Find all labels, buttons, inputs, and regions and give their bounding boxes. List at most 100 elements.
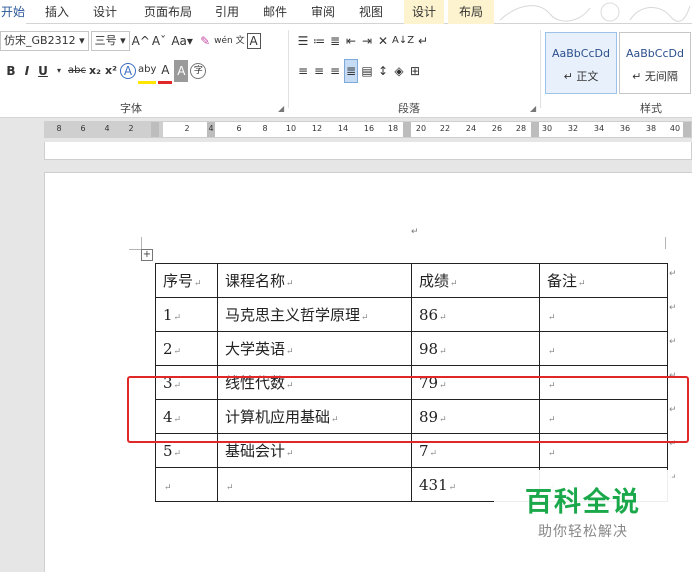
tab-table-design[interactable]: 设计	[404, 0, 444, 24]
table-cell[interactable]: 86↵	[411, 297, 540, 332]
superscript-button[interactable]: x²	[104, 60, 118, 82]
table-cell[interactable]: ↵	[155, 467, 218, 502]
table-cell[interactable]: 大学英语↵	[217, 331, 412, 366]
table-cell[interactable]: 2↵	[155, 331, 218, 366]
ruler-number: 36	[619, 124, 631, 133]
table-cell[interactable]: ↵	[539, 365, 668, 400]
style-name: ↵ 正文	[563, 70, 599, 83]
table-cell[interactable]: ↵	[217, 467, 412, 502]
table-cell[interactable]: ↵	[539, 433, 668, 468]
change-case-button[interactable]: Aa▾	[168, 30, 196, 52]
table-header-cell[interactable]: 课程名称↵	[217, 263, 412, 298]
table-cell[interactable]: 1↵	[155, 297, 218, 332]
tab-design[interactable]: 设计	[88, 0, 122, 24]
bold-button[interactable]: B	[4, 60, 18, 82]
show-marks-icon[interactable]: ↵	[416, 30, 430, 52]
table-header-cell[interactable]: 序号↵	[155, 263, 218, 298]
table-header-cell[interactable]: 成绩↵	[411, 263, 540, 298]
highlight-color-button[interactable]: aby	[137, 59, 157, 84]
tab-home[interactable]: 开始	[0, 0, 26, 24]
cell-mark: ↵	[286, 381, 294, 391]
row-end-mark: ↵	[669, 303, 677, 313]
cell-text: 课程名称	[225, 272, 286, 290]
tab-page-layout[interactable]: 页面布局	[138, 0, 198, 24]
character-shading-button[interactable]: A	[174, 60, 189, 82]
cell-text: 7	[419, 441, 429, 460]
ruler-number: 2	[128, 124, 134, 133]
tab-table-layout[interactable]: 布局	[448, 0, 494, 24]
shrink-font-icon[interactable]: Aˇ	[152, 30, 166, 52]
increase-indent-icon[interactable]: ⇥	[360, 30, 374, 52]
tab-mailings[interactable]: 邮件	[258, 0, 292, 24]
font-color-button[interactable]: A	[158, 59, 173, 84]
style-normal[interactable]: AaBbCcDd ↵ 正文	[545, 32, 617, 94]
paragraph-dialog-launcher-icon[interactable]: ◢	[530, 104, 536, 113]
style-sample: AaBbCcDd	[552, 47, 610, 60]
subscript-button[interactable]: x₂	[88, 60, 102, 82]
tab-view[interactable]: 视图	[354, 0, 388, 24]
table-cell[interactable]: 79↵	[411, 365, 540, 400]
font-dialog-launcher-icon[interactable]: ◢	[278, 104, 284, 113]
align-right-icon[interactable]: ≡	[328, 60, 342, 82]
style-no-spacing[interactable]: AaBbCcDd ↵ 无间隔	[619, 32, 691, 94]
table-cell[interactable]: 7↵	[411, 433, 540, 468]
decrease-indent-icon[interactable]: ⇤	[344, 30, 358, 52]
grow-font-icon[interactable]: A^	[132, 30, 150, 52]
font-group-label: 字体	[120, 102, 142, 115]
table-cell[interactable]: ↵	[539, 297, 668, 332]
table-cell[interactable]: 89↵	[411, 399, 540, 434]
cell-text: 序号	[163, 272, 194, 290]
line-spacing-icon[interactable]: ↕	[376, 60, 390, 82]
phonetic-guide-icon[interactable]: wén 文	[214, 30, 244, 52]
table-cell[interactable]: 线性代数↵	[217, 365, 412, 400]
table-cell[interactable]: 3↵	[155, 365, 218, 400]
cell-mark: ↵	[173, 414, 182, 425]
group-divider	[540, 30, 541, 108]
text-effects-button[interactable]: A	[119, 63, 136, 79]
table-cell[interactable]: 基础会计↵	[217, 433, 412, 468]
ruler-column-marker[interactable]	[403, 122, 411, 137]
table-header-cell[interactable]: 备注↵	[539, 263, 668, 298]
justify-icon[interactable]: ≣	[344, 59, 358, 83]
underline-button[interactable]: U	[36, 60, 50, 82]
multilevel-list-icon[interactable]: ≣	[328, 30, 342, 52]
enclose-characters-button[interactable]: 字	[190, 63, 207, 79]
table-cell[interactable]: ↵	[539, 399, 668, 434]
sort-icon[interactable]: A↓Z	[392, 30, 414, 52]
tab-insert[interactable]: 插入	[40, 0, 74, 24]
italic-button[interactable]: I	[20, 60, 34, 82]
previous-page-edge	[44, 142, 692, 160]
row-end-mark: ↵	[669, 371, 677, 381]
eraser-icon[interactable]: ✎	[198, 30, 212, 52]
table-cell[interactable]: 马克思主义哲学原理↵	[217, 297, 412, 332]
font-name-combo[interactable]: 仿宋_GB2312 ▾	[0, 31, 89, 51]
borders-icon[interactable]: ⊞	[408, 60, 422, 82]
bullets-icon[interactable]: ☰	[296, 30, 310, 52]
ruler-column-marker[interactable]	[151, 122, 159, 137]
paragraph-group-label: 段落	[398, 102, 420, 115]
table-cell[interactable]: 98↵	[411, 331, 540, 366]
tab-review[interactable]: 审阅	[306, 0, 340, 24]
align-center-icon[interactable]: ≡	[312, 60, 326, 82]
table-cell[interactable]: 计算机应用基础↵	[217, 399, 412, 434]
ruler-column-marker[interactable]	[683, 122, 691, 137]
ribbon-panel: 仿宋_GB2312 ▾ 三号 ▾ A^ Aˇ Aa▾ ✎ wén 文 A B I…	[0, 24, 692, 118]
table-cell[interactable]: 4↵	[155, 399, 218, 434]
table-move-handle-icon[interactable]: +	[141, 249, 153, 261]
cell-mark: ↵	[578, 279, 586, 289]
ruler-number: 2	[184, 124, 190, 133]
character-border-icon[interactable]: A	[246, 33, 261, 49]
ruler-column-marker[interactable]	[531, 122, 539, 137]
strikethrough-button[interactable]: abc	[68, 60, 86, 82]
tab-references[interactable]: 引用	[210, 0, 244, 24]
horizontal-ruler[interactable]: 8 6 4 2 2 4 6 8 10 12 14 16 18 20 22 24 …	[0, 118, 692, 142]
distributed-icon[interactable]: ▤	[360, 60, 374, 82]
grades-table[interactable]: 序号↵ 课程名称↵ 成绩↵ 备注↵ 1↵ 马克思主义哲学原理↵ 86↵ ↵ 2↵…	[155, 263, 668, 502]
table-cell[interactable]: 5↵	[155, 433, 218, 468]
numbering-icon[interactable]: ≔	[312, 30, 326, 52]
chinese-layout-icon[interactable]: ✕	[376, 30, 390, 52]
shading-bucket-icon[interactable]: ◈	[392, 60, 406, 82]
table-cell[interactable]: ↵	[539, 331, 668, 366]
font-size-combo[interactable]: 三号 ▾	[90, 31, 130, 51]
align-left-icon[interactable]: ≡	[296, 60, 310, 82]
